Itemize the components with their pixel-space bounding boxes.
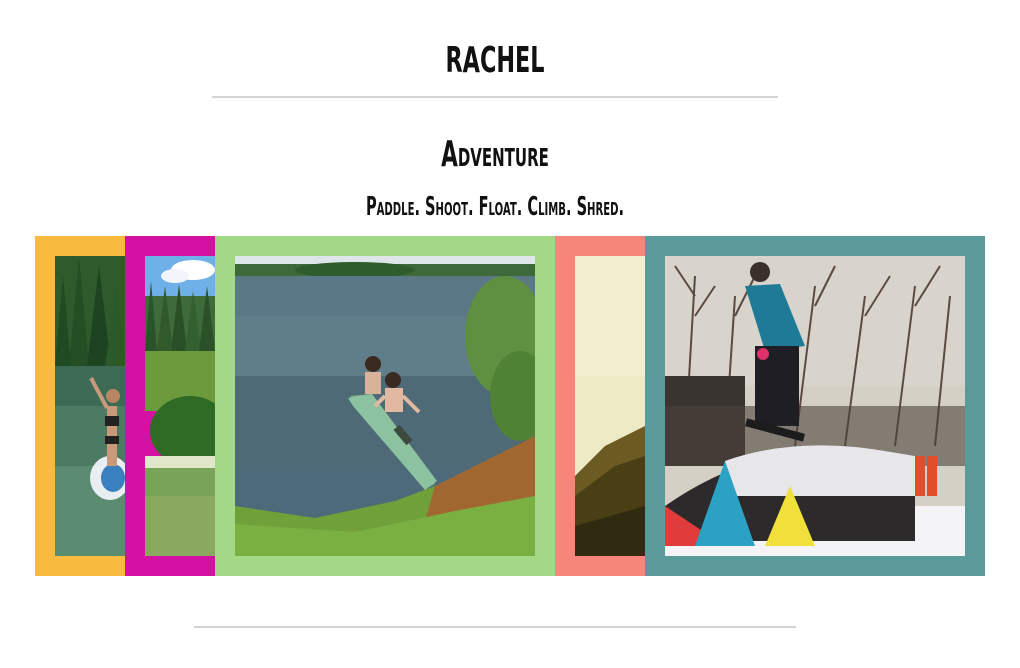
footer-divider <box>194 626 796 628</box>
hillside-photo <box>575 256 645 556</box>
canoe-photo <box>235 256 535 556</box>
gallery-card-paddleboard[interactable] <box>35 236 125 576</box>
site-title[interactable]: RACHEL <box>188 40 802 81</box>
gallery-card-hillside[interactable] <box>555 236 645 576</box>
gallery-card-canoe[interactable] <box>215 236 555 576</box>
page: RACHEL Adventure Paddle. Shoot. Float. C… <box>0 0 1020 668</box>
section-tagline: Paddle. Shoot. Float. Climb. Shred. <box>365 192 625 222</box>
header-divider <box>212 96 778 98</box>
gallery-card-forest[interactable] <box>125 236 215 576</box>
gallery-card-snowboard[interactable] <box>645 236 985 576</box>
photo-gallery <box>35 236 985 576</box>
section-title: Adventure <box>441 134 549 175</box>
forest-photo <box>145 256 215 556</box>
snowboard-photo <box>665 256 965 556</box>
paddleboard-photo <box>55 256 125 556</box>
